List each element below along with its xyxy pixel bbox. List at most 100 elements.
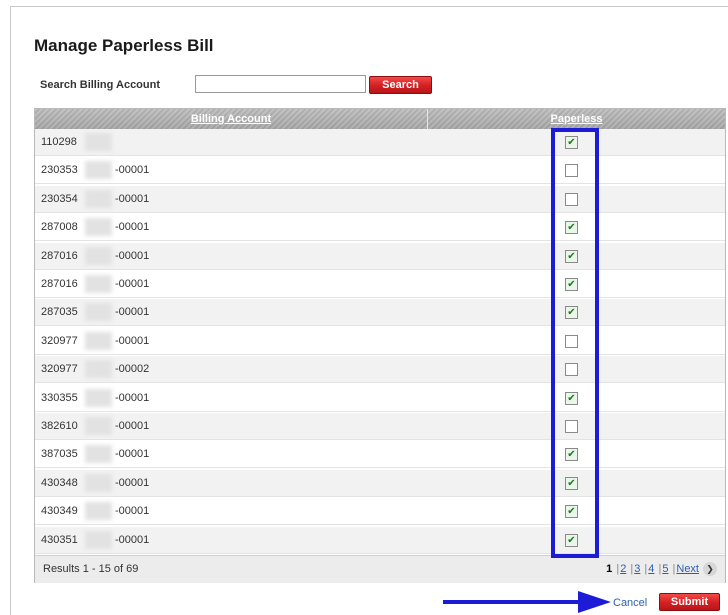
redacted-account-digits	[85, 189, 112, 208]
table-row: 430349 -00001 ✔	[35, 498, 725, 526]
page-current: 1	[606, 563, 613, 575]
page-link-2[interactable]: 2	[620, 563, 626, 575]
billing-account-prefix: 230353	[41, 164, 78, 177]
results-count: Results 1 - 15 of 69	[43, 563, 139, 575]
billing-account-suffix: -00001	[115, 278, 150, 290]
redacted-account-digits	[85, 417, 112, 435]
table-row: 430351 -00001 ✔	[35, 526, 725, 554]
paperless-checkbox[interactable]: ✔	[565, 505, 578, 519]
billing-account-prefix: 287008	[41, 221, 78, 234]
billing-accounts-table: Billing Account Paperless 110298 ✔ 230353 -…	[34, 108, 726, 583]
frame-top-border	[10, 6, 728, 7]
paperless-checkbox[interactable]: ✔	[565, 249, 578, 263]
paperless-checkbox[interactable]	[565, 192, 578, 206]
redacted-account-digits	[85, 133, 112, 151]
column-header-paperless[interactable]: Paperless	[428, 109, 725, 129]
billing-account-suffix: -00001	[115, 192, 150, 205]
billing-account-suffix: -00001	[115, 249, 150, 262]
redacted-account-digits	[85, 502, 112, 521]
redacted-account-digits	[85, 246, 112, 265]
chevron-right-icon[interactable]: ❯	[703, 562, 717, 576]
arrow-right-icon	[443, 591, 611, 613]
billing-account-prefix: 287035	[41, 306, 78, 319]
billing-account-prefix: 230354	[41, 192, 78, 205]
redacted-account-digits	[85, 218, 112, 237]
table-header: Billing Account Paperless	[35, 109, 725, 130]
search-label: Search Billing Account	[40, 79, 161, 91]
billing-account-suffix: -00001	[115, 476, 150, 489]
billing-account-suffix: -00001	[115, 334, 150, 347]
redacted-account-digits	[85, 161, 112, 180]
billing-account-suffix: -00001	[115, 164, 150, 177]
billing-account-suffix: -00002	[115, 363, 150, 376]
column-header-billing-account[interactable]: Billing Account	[35, 109, 427, 129]
redacted-account-digits	[85, 530, 112, 549]
redacted-account-digits	[85, 331, 112, 350]
pager-separator: |	[644, 563, 648, 575]
pager-separator: |	[658, 563, 662, 575]
table-row: 387035 -00001 ✔	[35, 441, 725, 469]
pager-separator: |	[672, 563, 676, 575]
next-page-link[interactable]: Next	[676, 563, 699, 575]
paperless-checkbox[interactable]: ✔	[565, 533, 578, 547]
billing-account-prefix: 287016	[41, 278, 78, 290]
redacted-account-digits	[85, 388, 112, 407]
paperless-checkbox[interactable]: ✔	[565, 136, 578, 149]
paperless-checkbox[interactable]: ✔	[565, 448, 578, 462]
paperless-checkbox[interactable]: ✔	[565, 391, 578, 405]
billing-account-prefix: 287016	[41, 249, 78, 262]
table-row: 320977 -00002	[35, 356, 725, 384]
table-row: 430348 -00001 ✔	[35, 469, 725, 497]
pagination: 1 |2 |3 |4 |5 |Next	[606, 556, 699, 583]
paperless-checkbox[interactable]	[565, 420, 578, 433]
page-title: Manage Paperless Bill	[34, 36, 214, 55]
billing-account-suffix: -00001	[115, 533, 150, 546]
redacted-account-digits	[85, 445, 112, 464]
page-link-4[interactable]: 4	[648, 563, 654, 575]
paperless-checkbox[interactable]: ✔	[565, 476, 578, 490]
redacted-account-digits	[85, 275, 112, 293]
billing-account-suffix: -00001	[115, 391, 150, 404]
table-row: 110298 ✔	[35, 129, 725, 156]
search-button[interactable]: Search	[369, 76, 432, 94]
paperless-checkbox[interactable]	[565, 164, 578, 178]
billing-account-prefix: 382610	[41, 420, 78, 432]
billing-account-suffix: -00001	[115, 448, 150, 461]
billing-account-prefix: 330355	[41, 391, 78, 404]
table-row: 320977 -00001	[35, 327, 725, 355]
table-row: 382610 -00001	[35, 413, 725, 440]
table-row: 230354 -00001	[35, 185, 725, 213]
table-row: 230353 -00001	[35, 157, 725, 185]
table-row: 287035 -00001 ✔	[35, 299, 725, 327]
cancel-link[interactable]: Cancel	[613, 597, 647, 609]
billing-account-suffix: -00001	[115, 420, 150, 432]
billing-account-suffix: -00001	[115, 505, 150, 518]
submit-button[interactable]: Submit	[659, 593, 720, 611]
redacted-account-digits	[85, 360, 112, 379]
billing-account-prefix: 430351	[41, 533, 78, 546]
table-row: 330355 -00001 ✔	[35, 384, 725, 412]
pager-separator: |	[616, 563, 620, 575]
paperless-checkbox[interactable]: ✔	[565, 221, 578, 235]
search-input[interactable]	[195, 75, 366, 93]
paperless-checkbox[interactable]: ✔	[565, 306, 578, 320]
billing-account-prefix: 430349	[41, 505, 78, 518]
paperless-checkbox[interactable]: ✔	[565, 278, 578, 291]
table-row: 287008 -00001 ✔	[35, 214, 725, 242]
frame-left-border	[10, 6, 11, 615]
table-footer: Results 1 - 15 of 69 1 |2 |3 |4 |5 |Next…	[35, 555, 725, 583]
billing-account-prefix: 430348	[41, 476, 78, 489]
paperless-checkbox[interactable]	[565, 363, 578, 377]
pager-separator: |	[630, 563, 634, 575]
table-row: 287016 -00001 ✔	[35, 271, 725, 298]
billing-account-prefix: 387035	[41, 448, 78, 461]
page-link-5[interactable]: 5	[662, 563, 668, 575]
billing-account-suffix: -00001	[115, 306, 150, 319]
billing-account-prefix: 320977	[41, 363, 78, 376]
billing-account-suffix: -00001	[115, 221, 150, 234]
billing-account-prefix: 320977	[41, 334, 78, 347]
redacted-account-digits	[85, 303, 112, 322]
billing-account-prefix: 110298	[41, 136, 77, 148]
paperless-checkbox[interactable]	[565, 334, 578, 348]
page-link-3[interactable]: 3	[634, 563, 640, 575]
